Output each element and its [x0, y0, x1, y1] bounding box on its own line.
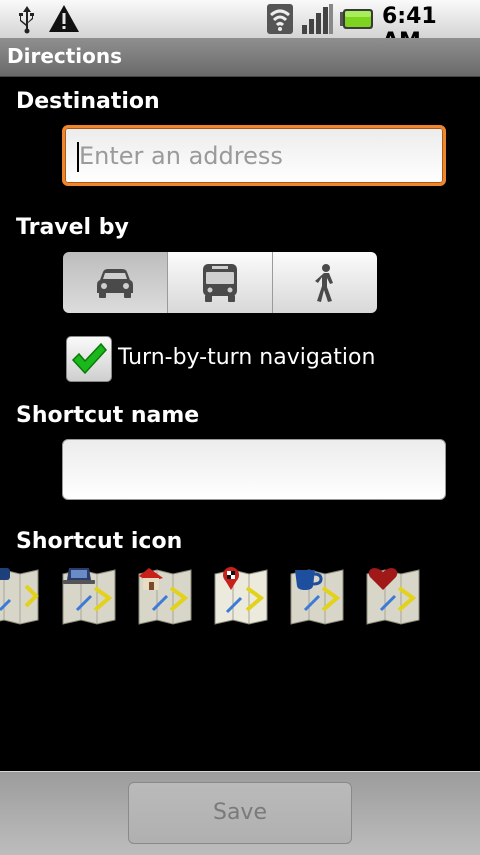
- destination-input[interactable]: Enter an address: [62, 125, 446, 186]
- navigation-checkbox[interactable]: [66, 336, 112, 382]
- car-map-icon[interactable]: [0, 566, 42, 626]
- coffee-map-icon[interactable]: [287, 566, 347, 626]
- destination-placeholder: Enter an address: [79, 142, 283, 170]
- bus-icon: [203, 263, 237, 302]
- travel-by-label: Travel by: [16, 215, 129, 240]
- usb-icon: [19, 6, 34, 34]
- car-icon: [97, 268, 133, 298]
- travel-mode-bus-button[interactable]: [168, 252, 273, 313]
- checkmark-icon: [71, 342, 107, 375]
- travel-mode-car-button[interactable]: [63, 252, 168, 313]
- travel-mode-walk-button[interactable]: [273, 252, 377, 313]
- walk-icon: [315, 263, 333, 302]
- save-button[interactable]: Save: [128, 782, 352, 844]
- bottom-bar: Save: [0, 771, 480, 855]
- destination-label: Destination: [16, 89, 160, 114]
- travel-mode-selector: [63, 252, 377, 313]
- title-bar: Directions: [0, 38, 480, 77]
- warning-icon: [49, 5, 79, 32]
- shortcut-name-input[interactable]: [62, 439, 446, 500]
- shortcut-name-label: Shortcut name: [16, 403, 200, 428]
- wifi-icon: [267, 4, 293, 34]
- status-bar: 6:41 AM: [0, 0, 480, 54]
- signal-icon: [302, 4, 333, 34]
- navigation-checkbox-label[interactable]: Turn-by-turn navigation: [118, 345, 375, 370]
- shortcut-icon-gallery[interactable]: [0, 566, 480, 626]
- shortcut-icon-label: Shortcut icon: [16, 529, 183, 554]
- page-title: Directions: [7, 44, 123, 68]
- battery-icon: [340, 9, 373, 29]
- pin-map-icon[interactable]: [211, 566, 271, 626]
- heart-map-icon[interactable]: [363, 566, 423, 626]
- laptop-map-icon[interactable]: [59, 566, 119, 626]
- house-map-icon[interactable]: [135, 566, 195, 626]
